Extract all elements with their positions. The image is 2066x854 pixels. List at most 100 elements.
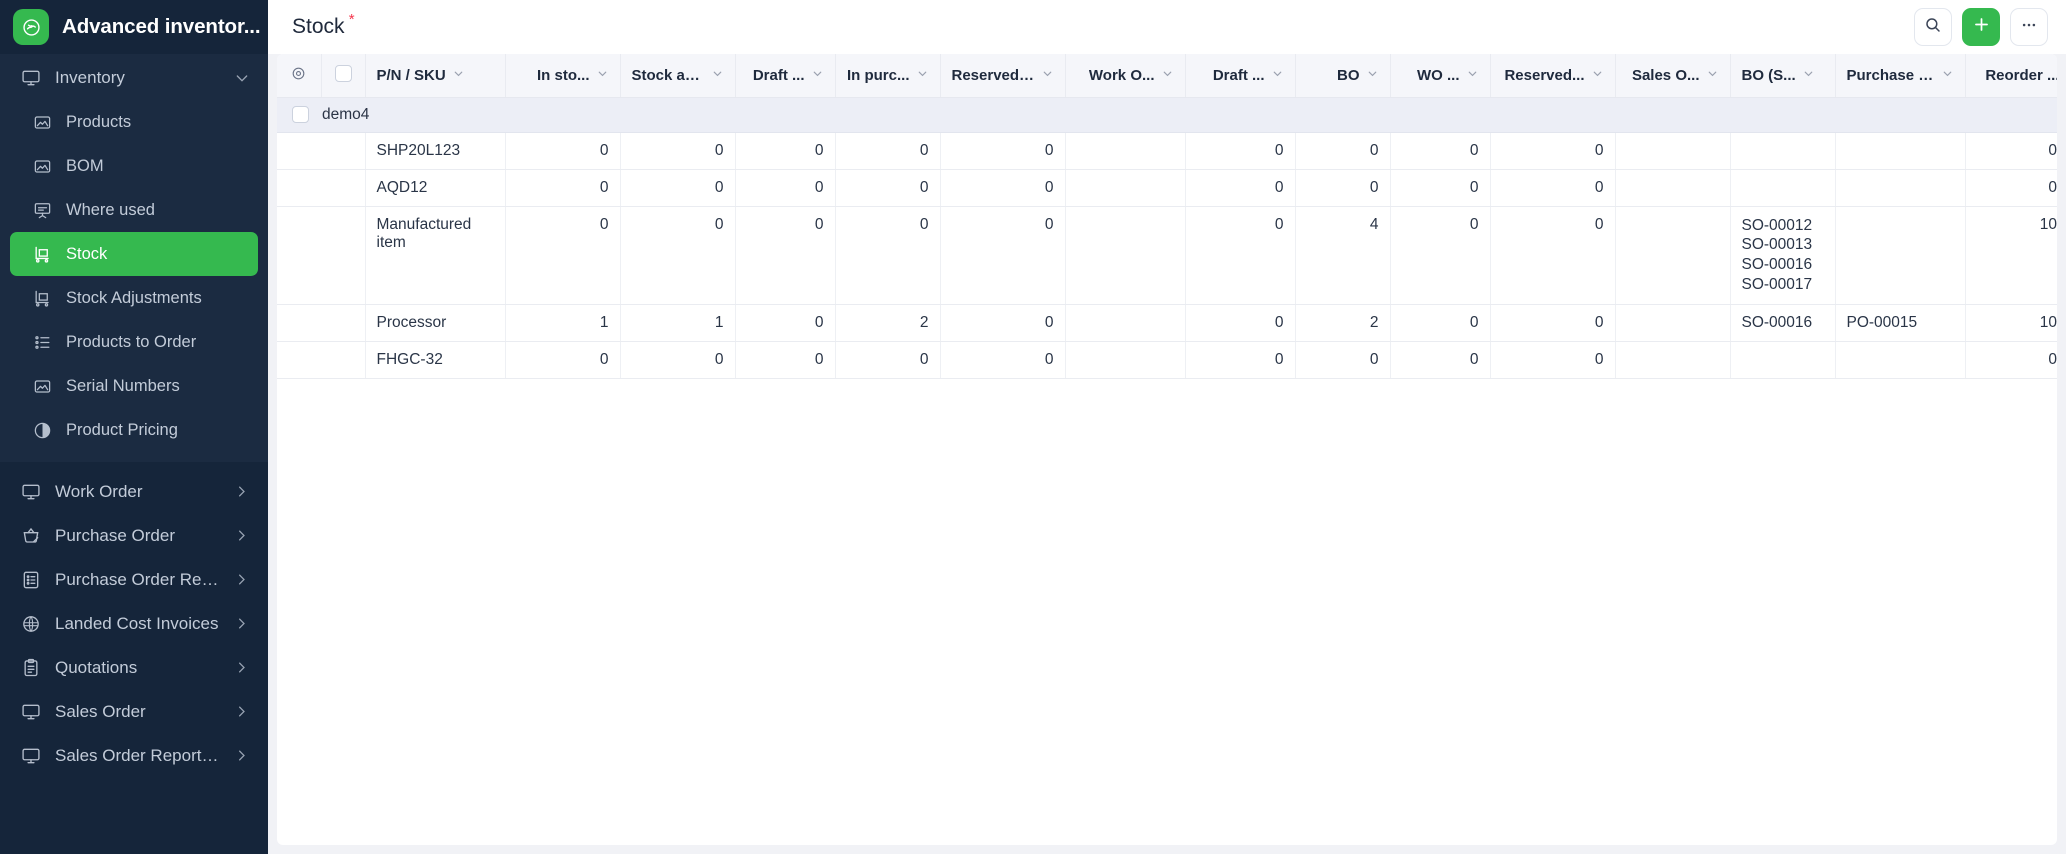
chevron-down-icon[interactable] <box>811 67 824 84</box>
monitor-icon <box>20 746 41 767</box>
sidebar-group-sales-order-reporting[interactable]: Sales Order Reporting <box>0 734 268 778</box>
chevron-down-icon <box>234 70 250 86</box>
cell-value: 0 <box>920 351 929 368</box>
cell-value: 0 <box>1470 314 1479 331</box>
sidebar-group-inventory[interactable]: Inventory <box>0 56 268 100</box>
chevron-down-icon[interactable] <box>1466 67 1479 84</box>
chevron-down-icon[interactable] <box>1706 67 1719 84</box>
table-row[interactable]: FHGC-320000000000.00 <box>277 341 2057 378</box>
sidebar-item-serial-numbers-label: Serial Numbers <box>66 377 250 396</box>
cell-value: 0.00 <box>2048 179 2057 196</box>
sidebar-group-sales-order[interactable]: Sales Order <box>0 690 268 734</box>
column-header-label: BO (S... <box>1742 67 1796 84</box>
table-group-row[interactable]: demo4 <box>277 97 2057 132</box>
visibility-icon[interactable] <box>290 69 307 86</box>
column-header-purchaseo[interactable]: Purchase O... <box>1835 54 1965 97</box>
chevron-down-icon[interactable] <box>1161 67 1174 84</box>
cell-instock: 0 <box>505 341 620 378</box>
column-header-saleso[interactable]: Sales O... <box>1615 54 1730 97</box>
chevron-right-icon <box>234 616 250 632</box>
more-options-button[interactable] <box>2010 8 2048 46</box>
search-button[interactable] <box>1914 8 1952 46</box>
cell-inpurch: 0 <box>835 341 940 378</box>
select-all-checkbox[interactable] <box>335 65 352 82</box>
row-select-cell[interactable] <box>321 169 365 206</box>
column-header-pn[interactable]: P/N / SKU <box>365 54 505 97</box>
sidebar-item-product-pricing[interactable]: Product Pricing <box>0 408 268 452</box>
sidebar-item-stock-adjustments-label: Stock Adjustments <box>66 289 250 308</box>
chevron-down-icon[interactable] <box>1941 67 1954 84</box>
cell-reserved2: 0 <box>1490 304 1615 341</box>
row-select-cell[interactable] <box>321 304 365 341</box>
sidebar-group-purchase-order[interactable]: Purchase Order <box>0 514 268 558</box>
chevron-down-icon[interactable] <box>1271 67 1284 84</box>
top-toolbar: Stock* <box>268 0 2066 54</box>
sidebar-item-stock[interactable]: Stock <box>10 232 258 276</box>
column-header-wo[interactable]: WO ... <box>1390 54 1490 97</box>
column-header-reserved1[interactable]: Reserved (... <box>940 54 1065 97</box>
column-header-reorder[interactable]: Reorder ... <box>1965 54 2057 97</box>
column-header-inpurch[interactable]: In purc... <box>835 54 940 97</box>
sidebar-item-where-used[interactable]: Where used <box>0 188 268 232</box>
row-visibility-cell <box>277 304 321 341</box>
chevron-down-icon[interactable] <box>596 67 609 84</box>
sidebar-item-bom[interactable]: BOM <box>0 144 268 188</box>
trolley-icon <box>32 244 52 265</box>
cell-value: 0.00 <box>2048 142 2057 159</box>
table-row[interactable]: Manufactured item000000400SO-00012SO-000… <box>277 206 2057 304</box>
trolley-icon <box>32 288 52 309</box>
chevron-down-icon[interactable] <box>1366 67 1379 84</box>
ellipsis-icon <box>2020 16 2038 39</box>
sidebar-item-products-to-order[interactable]: Products to Order <box>0 320 268 364</box>
cell-inpurch: 2 <box>835 304 940 341</box>
chevron-down-icon[interactable] <box>452 67 465 84</box>
cell-value: 0 <box>1595 314 1604 331</box>
chevron-down-icon[interactable] <box>711 67 724 84</box>
column-header-label: Purchase O... <box>1847 67 1935 84</box>
column-header-workorder[interactable]: Work O... <box>1065 54 1185 97</box>
cell-line: SO-00017 <box>1742 275 1824 295</box>
row-visibility-cell <box>277 341 321 378</box>
select-all-column-header[interactable] <box>321 54 365 97</box>
row-select-cell[interactable] <box>321 341 365 378</box>
globe-shield-icon <box>20 614 41 635</box>
column-header-draft2[interactable]: Draft ... <box>1185 54 1295 97</box>
group-select-checkbox[interactable] <box>292 106 309 123</box>
cell-instock: 1 <box>505 304 620 341</box>
row-select-cell[interactable] <box>321 132 365 169</box>
cell-pn: AQD12 <box>365 169 505 206</box>
sidebar-group-landed-cost-invoices[interactable]: Landed Cost Invoices <box>0 602 268 646</box>
brand-title: Advanced inventor... <box>62 15 261 39</box>
column-header-reserved2[interactable]: Reserved... <box>1490 54 1615 97</box>
sidebar-group-purchase-order-reporting[interactable]: Purchase Order Rep... <box>0 558 268 602</box>
column-header-draft1[interactable]: Draft ... <box>735 54 835 97</box>
table-row[interactable]: Processor110200200SO-00016PO-0001510.00 <box>277 304 2057 341</box>
chevron-down-icon[interactable] <box>1802 67 1815 84</box>
sidebar-group-quotations[interactable]: Quotations <box>0 646 268 690</box>
chevron-down-icon[interactable] <box>916 67 929 84</box>
column-header-boso[interactable]: BO (S... <box>1730 54 1835 97</box>
column-header-bo[interactable]: BO <box>1295 54 1390 97</box>
column-header-available[interactable]: Stock avai... <box>620 54 735 97</box>
cell-value: 0 <box>715 179 724 196</box>
table-row[interactable]: AQD120000000000.00 <box>277 169 2057 206</box>
sidebar-group-work-order[interactable]: Work Order <box>0 470 268 514</box>
chevron-down-icon[interactable] <box>1591 67 1604 84</box>
brand-header[interactable]: Advanced inventor... <box>0 0 268 54</box>
sidebar-item-bom-label: BOM <box>66 157 250 176</box>
chevron-down-icon[interactable] <box>1041 67 1054 84</box>
cell-pn: SHP20L123 <box>365 132 505 169</box>
contrast-circle-icon <box>32 420 52 441</box>
sidebar-item-serial-numbers[interactable]: Serial Numbers <box>0 364 268 408</box>
sidebar-item-products[interactable]: Products <box>0 100 268 144</box>
sidebar-item-stock-adjustments[interactable]: Stock Adjustments <box>0 276 268 320</box>
add-button[interactable] <box>1962 8 2000 46</box>
row-select-cell[interactable] <box>321 206 365 304</box>
cell-value: 0 <box>1275 351 1284 368</box>
sidebar-item-where-used-label: Where used <box>66 201 250 220</box>
column-header-label: P/N / SKU <box>377 67 446 84</box>
cell-value: 0 <box>1370 142 1379 159</box>
column-header-instock[interactable]: In sto... <box>505 54 620 97</box>
visibility-column-header[interactable] <box>277 54 321 97</box>
table-row[interactable]: SHP20L1230000000000.00 <box>277 132 2057 169</box>
